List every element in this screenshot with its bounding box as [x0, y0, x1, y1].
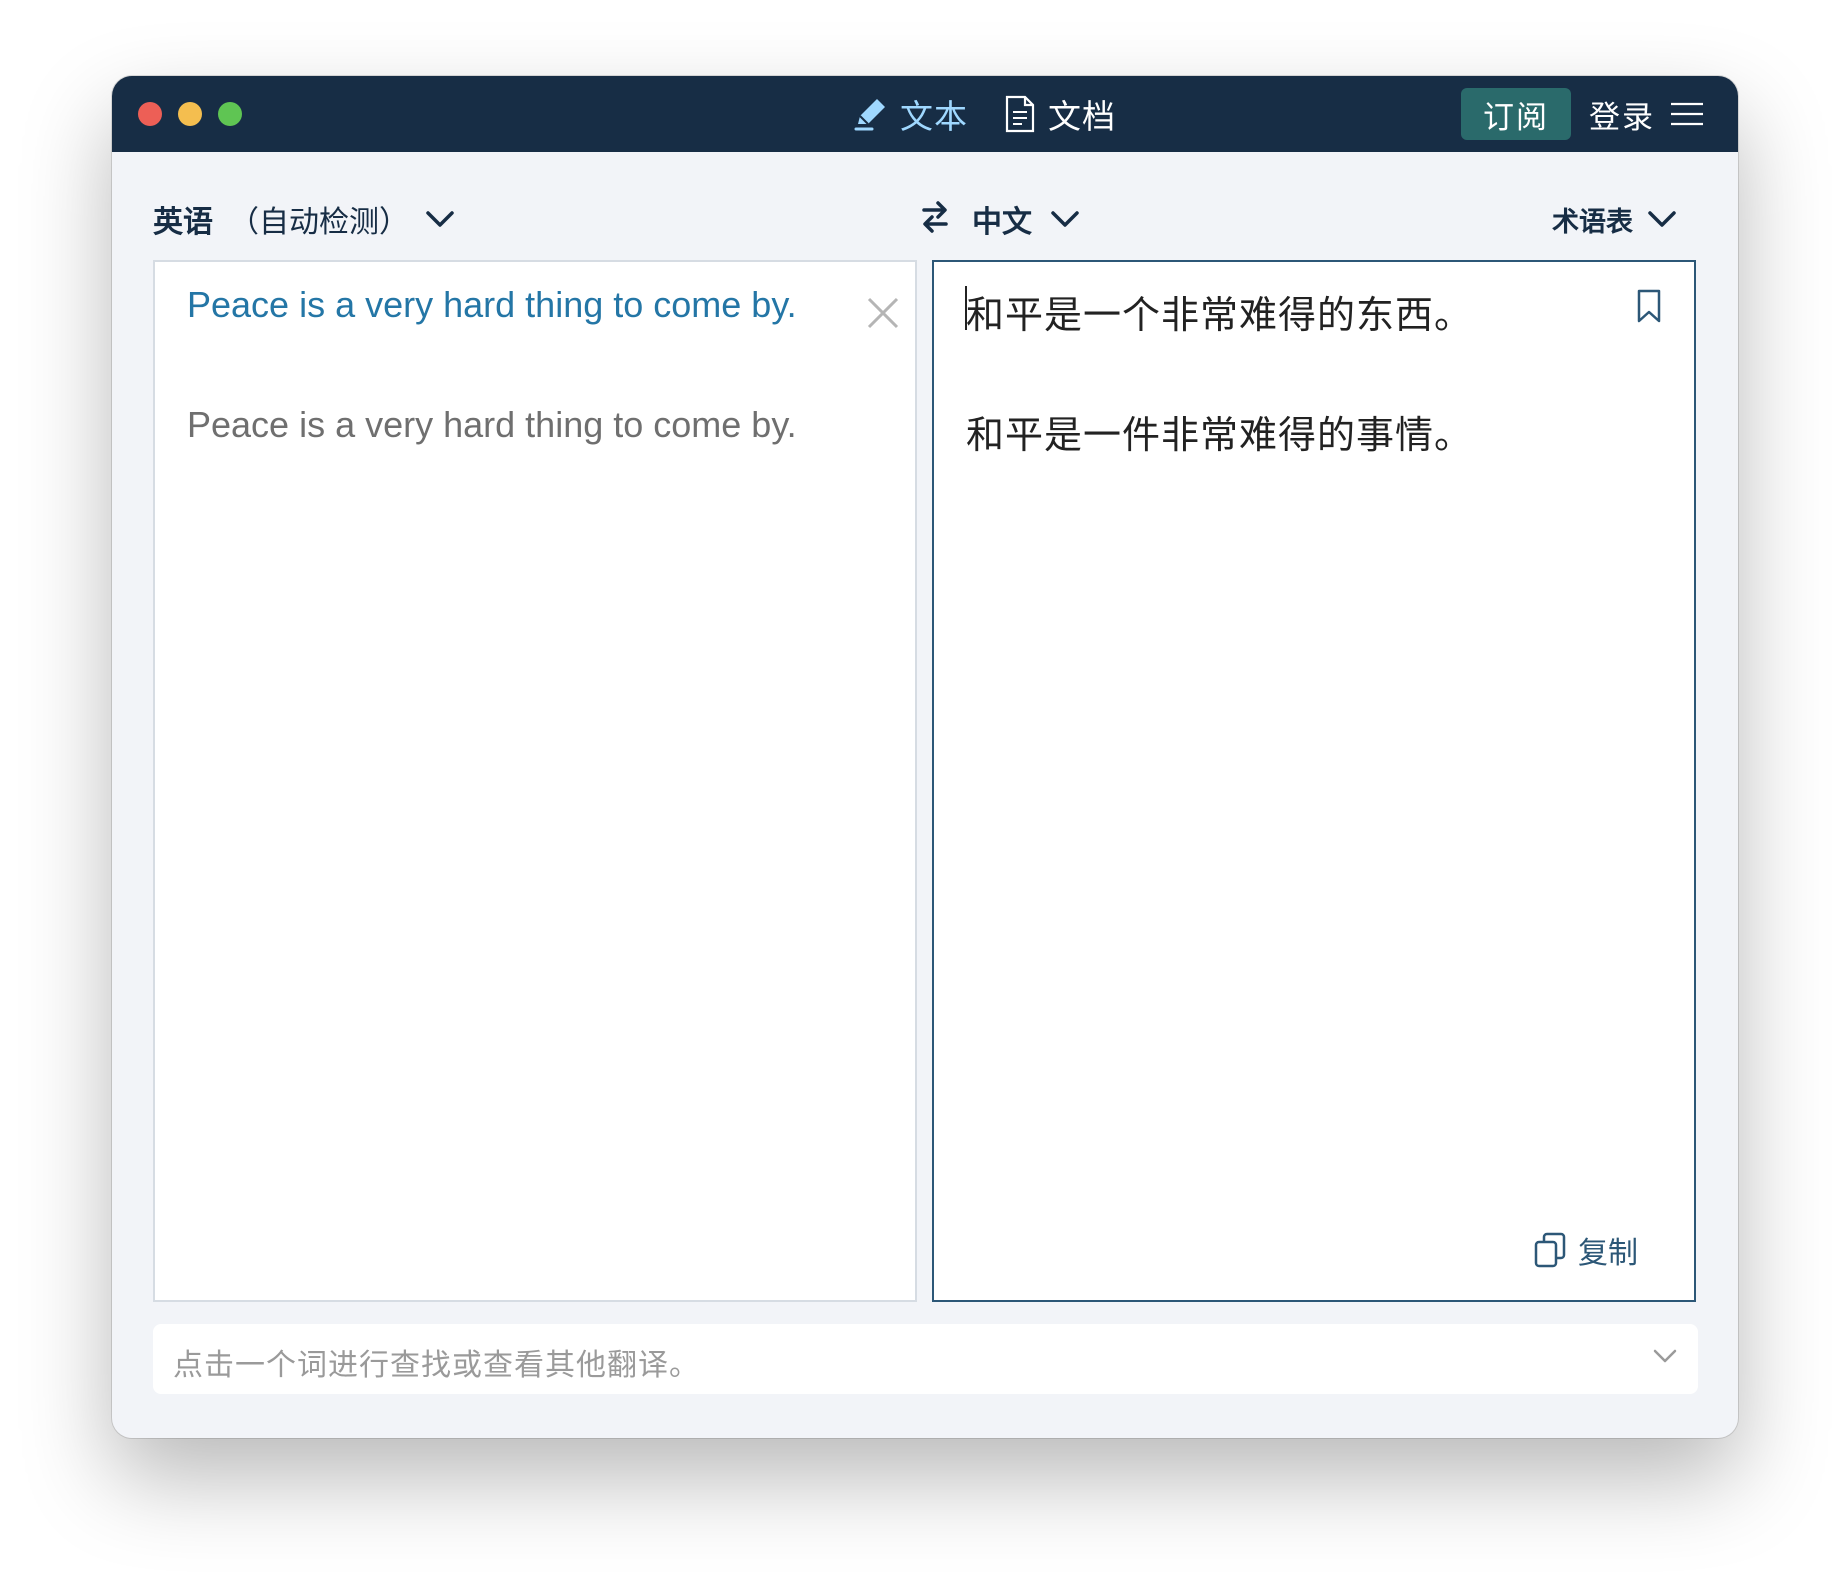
source-language-selector[interactable]: 英语 （自动检测）	[153, 194, 455, 244]
copy-icon	[1534, 1232, 1566, 1268]
tab-text-label: 文本	[900, 97, 968, 136]
translation-text[interactable]: 和平是一个非常难得的东西。	[966, 284, 1473, 339]
chevron-down-icon	[1648, 211, 1676, 227]
login-button[interactable]: 登录	[1589, 76, 1655, 152]
tab-document[interactable]: 文档	[1004, 76, 1116, 152]
source-alternative-text: Peace is a very hard thing to come by.	[187, 404, 797, 445]
target-language-name: 中文	[972, 205, 1032, 240]
chevron-down-icon[interactable]	[1652, 1346, 1678, 1366]
app-window: 文本 文档 订阅 登录 英语 （自动检测） 中文 术语表 Peace is a …	[112, 76, 1738, 1438]
glossary-label: 术语表	[1552, 206, 1633, 238]
hamburger-menu-icon[interactable]	[1670, 102, 1704, 126]
pencil-icon	[854, 99, 885, 131]
bookmark-icon[interactable]	[1634, 288, 1664, 324]
lookup-placeholder: 点击一个词进行查找或查看其他翻译。	[173, 1348, 700, 1383]
auto-detect-label: （自动检测）	[229, 205, 409, 240]
close-window-button[interactable]	[138, 102, 162, 126]
dictionary-lookup-bar[interactable]: 点击一个词进行查找或查看其他翻译。	[153, 1324, 1698, 1394]
tab-text[interactable]: 文本	[852, 76, 968, 152]
tab-document-label: 文档	[1048, 97, 1116, 136]
chevron-down-icon	[426, 211, 454, 227]
target-language-selector[interactable]: 中文	[972, 194, 1080, 244]
document-icon	[1005, 95, 1035, 133]
chevron-down-icon	[1051, 211, 1079, 227]
clear-icon[interactable]	[866, 296, 900, 330]
copy-label: 复制	[1578, 1236, 1638, 1271]
source-text-panel[interactable]: Peace is a very hard thing to come by. P…	[153, 260, 917, 1302]
glossary-dropdown[interactable]: 术语表	[1552, 194, 1677, 244]
title-bar: 文本 文档 订阅 登录	[112, 76, 1738, 152]
swap-icon[interactable]	[920, 200, 950, 234]
maximize-window-button[interactable]	[218, 102, 242, 126]
minimize-window-button[interactable]	[178, 102, 202, 126]
translation-alternative[interactable]: 和平是一件非常难得的事情。	[966, 404, 1473, 459]
subscribe-button[interactable]: 订阅	[1461, 88, 1571, 140]
copy-button[interactable]: 复制	[1534, 1228, 1638, 1272]
source-text[interactable]: Peace is a very hard thing to come by.	[187, 284, 797, 326]
source-language-name: 英语	[153, 205, 213, 240]
translation-panel[interactable]: 和平是一个非常难得的东西。 和平是一件非常难得的事情。 复制	[932, 260, 1696, 1302]
